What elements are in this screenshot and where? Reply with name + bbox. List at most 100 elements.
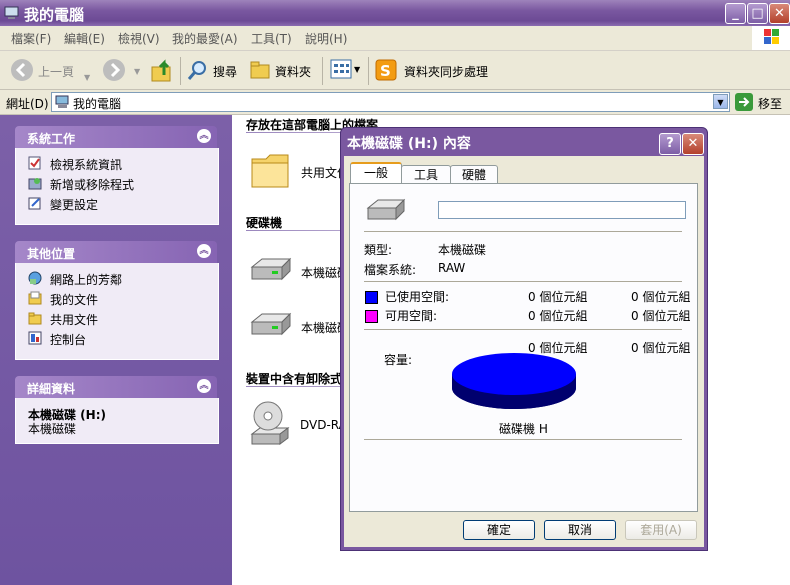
address-input[interactable]: 我的電腦 ▼ <box>51 92 730 112</box>
dialog-title: 本機磁碟 (H:) 內容 <box>347 136 471 152</box>
help-button[interactable]: ? <box>659 133 681 155</box>
back-button[interactable]: 上一頁 <box>8 56 78 84</box>
folder-sync-label: 資料夾同步處理 <box>404 65 489 79</box>
address-dropdown-icon[interactable]: ▼ <box>713 94 728 109</box>
other-places-header[interactable]: 其他位置 ︽ <box>15 241 217 263</box>
collapse-chevron-icon[interactable]: ︽ <box>197 129 211 143</box>
change-settings-icon <box>28 197 41 210</box>
details-body: 本機磁碟 (H:) 本機磁碟 <box>15 398 219 444</box>
menu-help[interactable]: 說明(H) <box>305 30 347 47</box>
back-arrow-icon <box>11 59 33 81</box>
tab-tools[interactable]: 工具 <box>401 165 451 185</box>
toolbar-separator <box>322 57 323 85</box>
windows-logo-icon <box>752 26 790 50</box>
capacity-label: 容量: <box>384 353 413 367</box>
dvd-drive-item[interactable]: DVD-RAM <box>248 400 357 448</box>
apply-button[interactable]: 套用(A) <box>625 520 697 540</box>
folders-label: 資料夾 <box>275 65 312 79</box>
address-label: 網址(D) <box>6 97 49 111</box>
capacity-size: 0 個位元組 <box>631 341 691 355</box>
used-space-bytes: 0 個位元組 <box>528 290 588 304</box>
filesystem-label: 檔案系統: <box>364 263 417 277</box>
volume-name-input[interactable] <box>438 201 686 219</box>
search-icon <box>187 61 206 80</box>
menu-view[interactable]: 檢視(V) <box>118 30 160 47</box>
free-space-label: 可用空間: <box>385 309 438 323</box>
filesystem-value: RAW <box>438 261 466 275</box>
place-control-panel[interactable]: 控制台 <box>50 331 86 348</box>
task-change-settings[interactable]: 變更設定 <box>50 196 98 213</box>
task-pane: 系統工作 ︽ 檢視系統資訊 新增或移除程式 變更設定 其他位置 ︽ 網路上的芳鄰… <box>0 115 232 585</box>
up-folder-button[interactable] <box>150 57 174 83</box>
my-computer-icon <box>4 6 19 19</box>
place-network[interactable]: 網路上的芳鄰 <box>50 271 122 288</box>
menu-file[interactable]: 檔案(F) <box>11 30 51 47</box>
close-button[interactable]: ✕ <box>769 3 790 24</box>
go-button[interactable]: 移至 <box>735 93 787 111</box>
forward-dropdown-icon[interactable]: ▼ <box>134 67 140 76</box>
hard-drive-icon <box>250 257 292 281</box>
toolbar-separator <box>180 57 181 85</box>
dialog-body: 一般 工具 硬體 類型: 本機磁碟 檔案系統: RAW 已使用空間: 0 個位元… <box>344 156 704 547</box>
free-space-bytes: 0 個位元組 <box>528 309 588 323</box>
tab-hardware[interactable]: 硬體 <box>450 165 498 185</box>
general-tab-panel: 類型: 本機磁碟 檔案系統: RAW 已使用空間: 0 個位元組 0 個位元組 … <box>349 183 698 512</box>
dvd-drive-icon <box>250 401 290 445</box>
system-tasks-title: 系統工作 <box>27 132 76 146</box>
ok-button[interactable]: 確定 <box>463 520 535 540</box>
place-shared-documents[interactable]: 共用文件 <box>50 311 98 328</box>
place-my-documents[interactable]: 我的文件 <box>50 291 98 308</box>
used-color-swatch <box>365 291 378 304</box>
views-dropdown-icon: ▼ <box>354 65 361 74</box>
system-tasks-body: 檢視系統資訊 新增或移除程式 變更設定 <box>15 148 219 225</box>
disk-usage-pie <box>452 353 576 409</box>
details-header[interactable]: 詳細資料 ︽ <box>15 376 217 398</box>
folder-sync-button[interactable]: S 資料夾同步處理 <box>374 56 492 84</box>
toolbar: 上一頁 ▼ ▼ 搜尋 資料夾 ▼ S 資料夾同步處理 <box>0 51 790 90</box>
system-tasks-header[interactable]: 系統工作 ︽ <box>15 126 217 148</box>
removable-section-title: 裝置中含有卸除式 <box>246 372 343 386</box>
network-places-icon <box>28 271 42 285</box>
svg-text:S: S <box>380 62 391 80</box>
search-label: 搜尋 <box>213 65 238 79</box>
search-button[interactable]: 搜尋 <box>186 56 242 84</box>
divider <box>364 329 682 330</box>
folders-icon <box>250 61 270 79</box>
back-label: 上一頁 <box>38 65 75 79</box>
menu-favorites[interactable]: 我的最愛(A) <box>172 30 238 47</box>
minimize-button[interactable]: _ <box>725 3 746 24</box>
divider <box>364 281 682 282</box>
collapse-chevron-icon[interactable]: ︽ <box>197 379 211 393</box>
divider <box>364 231 682 232</box>
address-value: 我的電腦 <box>73 97 122 111</box>
dialog-close-button[interactable]: ✕ <box>682 133 704 155</box>
hdd-section-title: 硬碟機 <box>246 216 283 230</box>
used-space-label: 已使用空間: <box>385 290 450 304</box>
maximize-button[interactable]: □ <box>747 3 768 24</box>
cancel-button[interactable]: 取消 <box>544 520 616 540</box>
back-dropdown-icon[interactable]: ▼ <box>84 73 90 82</box>
local-disk-item[interactable]: 本機磁碟 <box>248 310 349 342</box>
task-add-remove-programs[interactable]: 新增或移除程式 <box>50 176 134 193</box>
views-button[interactable]: ▼ <box>330 57 364 83</box>
hard-drive-icon <box>250 312 292 336</box>
menu-edit[interactable]: 編輯(E) <box>64 30 105 47</box>
local-disk-item[interactable]: 本機磁碟 <box>248 255 349 287</box>
free-color-swatch <box>365 310 378 323</box>
divider <box>364 439 682 440</box>
type-label: 類型: <box>364 243 393 257</box>
forward-button[interactable] <box>102 58 126 82</box>
window-title: 我的電腦 <box>24 6 85 24</box>
collapse-chevron-icon[interactable]: ︽ <box>197 244 211 258</box>
task-view-system-info[interactable]: 檢視系統資訊 <box>50 156 122 173</box>
system-info-icon <box>28 156 41 170</box>
control-panel-icon <box>28 331 42 345</box>
go-label: 移至 <box>758 97 783 111</box>
folders-button[interactable]: 資料夾 <box>248 56 316 84</box>
free-space-size: 0 個位元組 <box>631 309 691 323</box>
title-bar[interactable]: 我的電腦 _ □ ✕ <box>0 0 790 26</box>
details-title: 詳細資料 <box>27 382 76 396</box>
menu-tools[interactable]: 工具(T) <box>251 30 292 47</box>
hard-drive-icon <box>366 198 406 221</box>
shared-documents-item[interactable]: 共用文件 <box>250 151 350 195</box>
